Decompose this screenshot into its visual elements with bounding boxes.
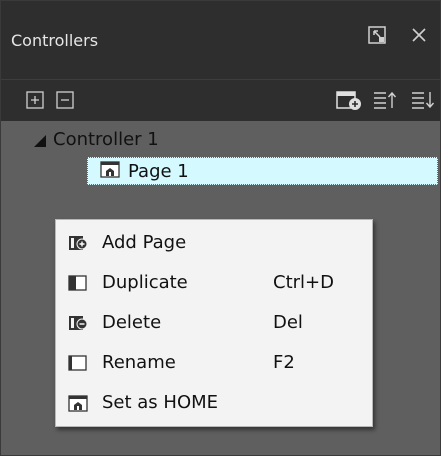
panel-toolbar — [1, 79, 440, 122]
rename-icon — [68, 354, 88, 372]
menu-item-add-page[interactable]: Add Page — [56, 224, 372, 262]
menu-item-label: Rename — [102, 352, 176, 373]
collapse-all-button[interactable] — [53, 88, 77, 112]
expand-all-button[interactable] — [23, 88, 47, 112]
panel-titlebar: Controllers — [1, 1, 440, 79]
tree-item-controller[interactable]: Controller 1 — [53, 129, 159, 150]
home-page-icon — [100, 160, 120, 183]
context-menu: Add Page Duplicate Ctrl+D Delete Del Ren… — [55, 219, 373, 427]
list-move-down-icon — [412, 92, 435, 109]
plus-box-icon — [26, 91, 44, 109]
menu-item-set-as-home[interactable]: Set as HOME — [56, 384, 372, 422]
close-icon[interactable] — [407, 23, 431, 47]
menu-item-duplicate[interactable]: Duplicate Ctrl+D — [56, 264, 372, 302]
move-down-button[interactable] — [409, 88, 437, 112]
add-page-toolbar-button[interactable] — [335, 88, 363, 112]
menu-item-label: Add Page — [102, 232, 187, 253]
add-page-icon — [68, 234, 88, 252]
minus-box-icon — [56, 91, 74, 109]
add-page-icon — [336, 91, 361, 110]
list-move-up-icon — [374, 91, 397, 109]
tree-item-label: Page 1 — [128, 160, 189, 182]
home-page-icon — [68, 394, 88, 412]
panel-title: Controllers — [11, 31, 99, 50]
move-up-button[interactable] — [371, 88, 399, 112]
menu-item-label: Set as HOME — [102, 392, 219, 413]
menu-item-shortcut: Del — [273, 312, 303, 333]
tree-item-page[interactable]: Page 1 — [87, 157, 438, 185]
controllers-panel: Controllers Controller 1 Page 1 Add Page… — [0, 0, 441, 456]
delete-page-icon — [68, 314, 88, 332]
menu-item-label: Delete — [102, 312, 162, 333]
undock-icon[interactable] — [365, 23, 389, 47]
menu-item-rename[interactable]: Rename F2 — [56, 344, 372, 382]
menu-item-delete[interactable]: Delete Del — [56, 304, 372, 342]
expanded-triangle-icon[interactable] — [33, 133, 47, 152]
duplicate-icon — [68, 274, 88, 292]
menu-item-shortcut: Ctrl+D — [273, 272, 334, 293]
menu-item-shortcut: F2 — [273, 352, 295, 373]
menu-item-label: Duplicate — [102, 272, 188, 293]
tree-item-label: Controller 1 — [53, 129, 159, 150]
